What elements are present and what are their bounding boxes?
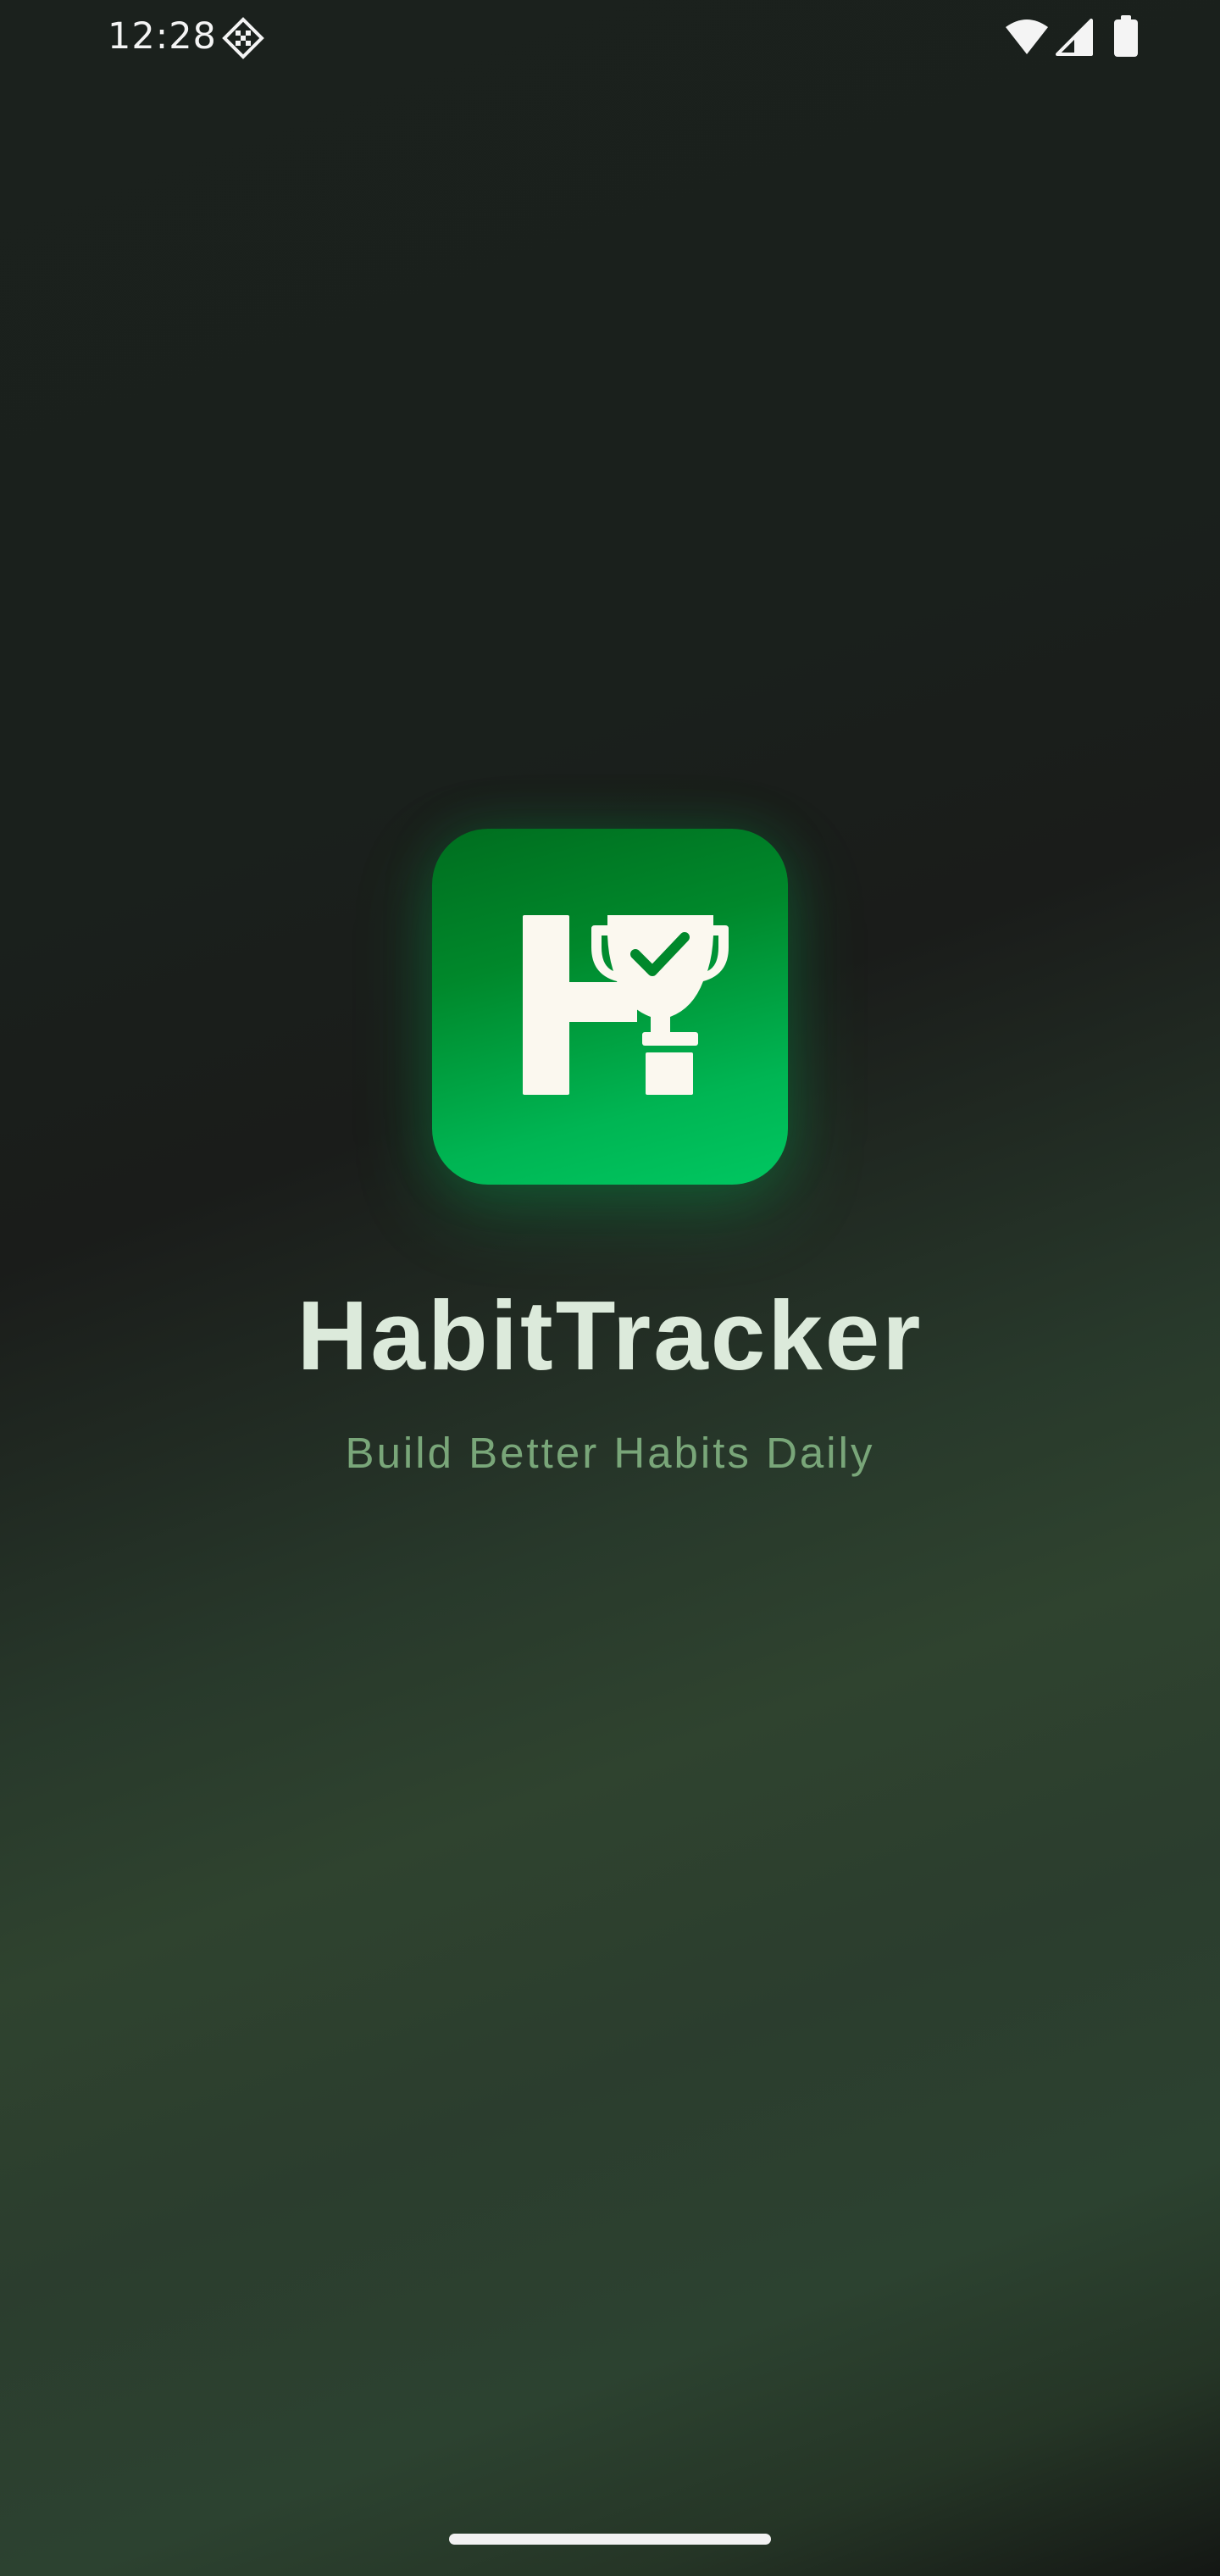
app-tagline: Build Better Habits Daily bbox=[345, 1429, 875, 1477]
battery-icon bbox=[1113, 15, 1139, 58]
habittracker-logo-icon bbox=[432, 829, 788, 1185]
cellular-signal-icon bbox=[1056, 19, 1093, 56]
network-diamond-icon bbox=[222, 17, 264, 59]
status-bar: 12:28 bbox=[0, 0, 1220, 73]
app-title: HabitTracker bbox=[297, 1280, 923, 1391]
status-time: 12:28 bbox=[108, 15, 217, 58]
home-indicator[interactable] bbox=[449, 2534, 771, 2545]
wifi-icon bbox=[1005, 19, 1049, 56]
